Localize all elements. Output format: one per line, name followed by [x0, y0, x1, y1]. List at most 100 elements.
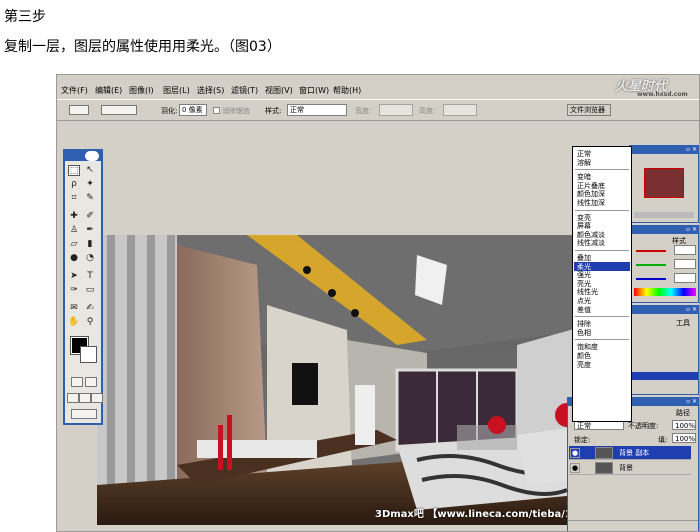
navigator-thumbnail[interactable] [644, 168, 684, 198]
jump-to-imageready-icon[interactable] [71, 409, 97, 419]
menu-view[interactable]: 视图(V) [265, 85, 293, 96]
menu-bar: 文件(F) 编辑(E) 图像(I) 图层(L) 选择(S) 滤镜(T) 视图(V… [57, 83, 699, 99]
menu-layer[interactable]: 图层(L) [163, 85, 190, 96]
layer-row-background[interactable]: ● 背景 [569, 461, 691, 475]
type-tool-icon[interactable]: T [84, 271, 96, 282]
blend-option[interactable]: 屏幕 [577, 222, 591, 230]
blend-option[interactable]: 点光 [577, 297, 591, 305]
blend-option[interactable]: 变暗 [577, 173, 591, 181]
interior-render-image [97, 235, 624, 525]
red-slider[interactable] [636, 250, 666, 252]
screen-mode-2-icon[interactable] [79, 393, 91, 403]
blend-option[interactable]: 变亮 [577, 214, 591, 222]
zoom-tool-icon[interactable]: ⚲ [84, 317, 96, 328]
menu-help[interactable]: 帮助(H) [333, 85, 361, 96]
blend-option[interactable]: 正片叠底 [577, 182, 605, 190]
height-input[interactable] [443, 104, 477, 116]
navigator-zoom-slider[interactable] [634, 212, 694, 218]
document-canvas[interactable]: 3Dmax吧 【www.lineca.com/tieba/1771】 [97, 235, 624, 525]
layers-bottom-toolbar[interactable] [568, 520, 698, 531]
fill-label: 填: [658, 436, 668, 444]
menu-filter[interactable]: 滤镜(T) [231, 85, 258, 96]
marquee-tool-preset[interactable] [69, 105, 89, 115]
blur-tool-icon[interactable]: ● [68, 253, 80, 264]
blend-option[interactable]: 线性光 [577, 288, 598, 296]
file-browser-button[interactable]: 文件浏览器 [567, 104, 611, 116]
palette-window-buttons[interactable]: ▫ ✕ [686, 146, 697, 154]
quickmask-mode-icon[interactable] [85, 377, 97, 387]
magic-wand-tool-icon[interactable]: ✦ [84, 179, 96, 190]
green-value[interactable] [674, 259, 696, 269]
color-ramp[interactable] [634, 288, 696, 296]
history-brush-icon[interactable]: ✒ [84, 225, 96, 236]
opacity-input[interactable]: 100% [672, 420, 696, 430]
blend-option[interactable]: 线性加深 [577, 199, 605, 207]
crop-tool-icon[interactable]: ⌗ [68, 193, 80, 204]
palette-window-buttons[interactable]: ▫ ✕ [686, 306, 697, 314]
blend-option[interactable]: 颜色 [577, 352, 591, 360]
blend-option[interactable]: 颜色加深 [577, 190, 605, 198]
palette-window-buttons[interactable]: ▫ ✕ [686, 398, 697, 406]
blend-option[interactable]: 正常 [577, 150, 591, 158]
blend-option[interactable]: 线性减淡 [577, 239, 605, 247]
shape-tool-icon[interactable]: ▭ [84, 285, 96, 296]
color-palette: ▫ ✕ 样式 [629, 225, 699, 303]
menu-edit[interactable]: 编辑(E) [95, 85, 122, 96]
path-select-icon[interactable]: ➤ [68, 271, 80, 282]
palette-window-buttons[interactable]: ▫ ✕ [686, 226, 697, 234]
screen-mode-3-icon[interactable] [91, 393, 103, 403]
blend-option[interactable]: 溶解 [577, 159, 591, 167]
blend-option[interactable]: 颜色减淡 [577, 231, 605, 239]
blue-value[interactable] [674, 273, 696, 283]
feather-input[interactable]: 0 像素 [179, 104, 207, 116]
eraser-tool-icon[interactable]: ▱ [68, 239, 80, 250]
photoshop-eye-icon [85, 151, 99, 161]
menu-image[interactable]: 图像(I) [129, 85, 154, 96]
slice-tool-icon[interactable]: ✎ [84, 193, 96, 204]
blend-option[interactable]: 柔光 [577, 263, 591, 271]
tab-tools[interactable]: 工具 [676, 318, 690, 328]
gradient-tool-icon[interactable]: ▮ [84, 239, 96, 250]
brush-tool-icon[interactable]: ✐ [84, 211, 96, 222]
blend-option[interactable]: 亮光 [577, 280, 591, 288]
standard-mode-icon[interactable] [71, 377, 83, 387]
eyedropper-tool-icon[interactable]: ✍ [84, 303, 96, 314]
menu-select[interactable]: 选择(S) [197, 85, 224, 96]
dodge-tool-icon[interactable]: ◔ [84, 253, 96, 264]
layer-visibility-eye-icon[interactable]: ● [570, 463, 580, 473]
blend-mode-dropdown[interactable]: 正常 溶解 变暗 正片叠底 颜色加深 线性加深 变亮 屏幕 颜色减淡 线性减淡 叠加 柔光 强光 亮光 线性… [572, 146, 632, 422]
layer-visibility-eye-icon[interactable]: ● [570, 448, 580, 458]
blend-option[interactable]: 强光 [577, 271, 591, 279]
selection-mode-buttons[interactable] [101, 105, 137, 115]
blend-option[interactable]: 色相 [577, 329, 591, 337]
antialias-checkbox[interactable] [213, 107, 220, 114]
menu-window[interactable]: 窗口(W) [299, 85, 329, 96]
fill-input[interactable]: 100% [672, 433, 696, 443]
blend-option[interactable]: 饱和度 [577, 343, 598, 351]
menu-file[interactable]: 文件(F) [61, 85, 88, 96]
red-value[interactable] [674, 245, 696, 255]
layer-row-background-copy[interactable]: ● 背景 副本 [569, 446, 691, 460]
move-tool-icon[interactable]: ↖ [84, 165, 96, 176]
style-select[interactable]: 正常 [287, 104, 347, 116]
hand-tool-icon[interactable]: ✋ [68, 317, 80, 328]
blue-slider[interactable] [636, 278, 666, 280]
background-color-swatch[interactable] [80, 346, 97, 363]
notes-tool-icon[interactable]: ✉ [68, 303, 80, 314]
tool-palette-titlebar[interactable] [65, 151, 101, 161]
screen-mode-1-icon[interactable] [67, 393, 79, 403]
blend-option[interactable]: 亮度 [577, 361, 591, 369]
width-input[interactable] [379, 104, 413, 116]
clone-stamp-icon[interactable]: ♙ [68, 225, 80, 236]
color-swatches[interactable] [69, 335, 99, 365]
tab-paths[interactable]: 路径 [676, 408, 690, 418]
blend-option[interactable]: 排除 [577, 320, 591, 328]
lasso-tool-icon[interactable]: ρ [68, 179, 80, 190]
blend-option[interactable]: 差值 [577, 306, 591, 314]
marquee-tool-icon[interactable]: ⬚ [68, 165, 80, 176]
green-slider[interactable] [636, 264, 666, 266]
history-selected-row[interactable] [632, 372, 698, 380]
pen-tool-icon[interactable]: ✑ [68, 285, 80, 296]
healing-brush-icon[interactable]: ✚ [68, 211, 80, 222]
lock-label: 锁定: [574, 436, 591, 444]
